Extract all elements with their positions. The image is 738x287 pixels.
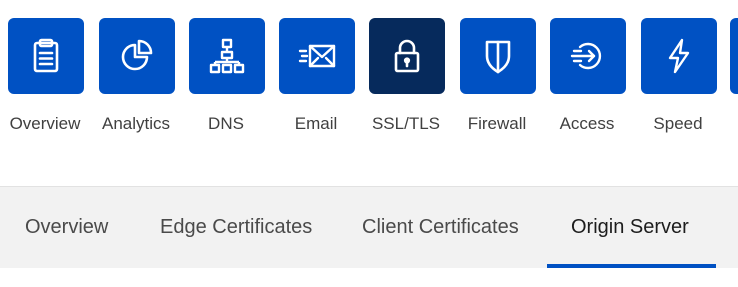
envelope-icon	[298, 44, 336, 68]
ssl-tls-tile-icon-box[interactable]	[369, 18, 445, 94]
overview-tile-icon-box[interactable]	[8, 18, 84, 94]
access-arrow-icon	[570, 42, 602, 70]
app-tile-email[interactable]: Email	[271, 18, 361, 148]
tab-overview[interactable]: Overview	[25, 187, 108, 269]
shield-icon	[485, 40, 511, 74]
firewall-tile-icon-box[interactable]	[460, 18, 536, 94]
active-tab-indicator	[547, 264, 716, 268]
lightning-icon	[668, 38, 690, 74]
email-tile-icon-box[interactable]	[279, 18, 355, 94]
tab-edge-certificates[interactable]: Edge Certificates	[160, 187, 312, 269]
tab-origin-server[interactable]: Origin Server	[571, 187, 689, 269]
app-tile-ssl-tls[interactable]: SSL/TLS	[361, 18, 451, 148]
analytics-tile-icon-box[interactable]	[99, 18, 175, 94]
app-tile-analytics[interactable]: Analytics	[91, 18, 181, 148]
app-tile-speed[interactable]: Speed	[633, 18, 723, 148]
clipboard-icon	[33, 38, 59, 73]
app-tile-label: Speed	[653, 114, 703, 133]
dns-tile-icon-box[interactable]	[189, 18, 265, 94]
app-tile-firewall[interactable]: Firewall	[452, 18, 542, 148]
lock-icon	[394, 39, 420, 73]
app-tile-next-partial[interactable]	[730, 18, 738, 94]
pie-chart-icon	[121, 39, 153, 71]
network-tree-icon	[209, 38, 245, 74]
speed-tile-icon-box[interactable]	[641, 18, 717, 94]
app-tile-dns[interactable]: DNS	[181, 18, 271, 148]
tab-client-certificates[interactable]: Client Certificates	[362, 187, 519, 269]
app-navigation: Overview Analytics DNS Email SSL/TLS Fir…	[0, 0, 738, 186]
access-tile-icon-box[interactable]	[550, 18, 626, 94]
app-tile-overview[interactable]: Overview	[0, 18, 90, 148]
app-tile-access[interactable]: Access	[542, 18, 632, 148]
sub-navigation: Overview Edge Certificates Client Certif…	[0, 186, 738, 268]
